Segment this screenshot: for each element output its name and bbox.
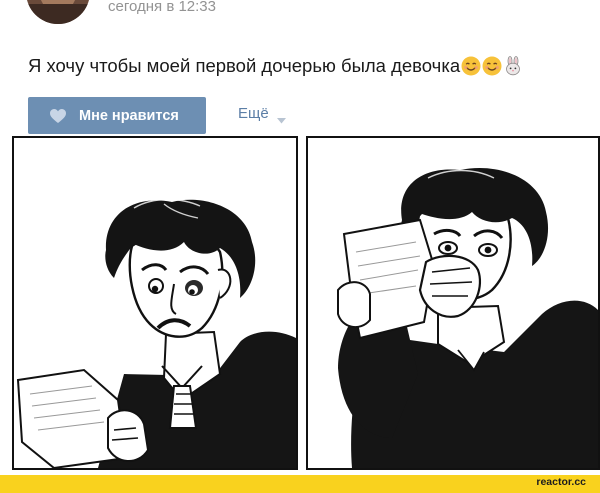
post-text: Я хочу чтобы моей первой дочерью была де…: [28, 55, 461, 76]
like-button-label: Мне нравится: [79, 107, 179, 124]
watermark-text[interactable]: reactor.cc: [536, 476, 586, 488]
smiling-face-icon: [482, 56, 502, 76]
comic-panel-2: [306, 136, 600, 470]
rabbit-icon: [503, 56, 523, 76]
smiling-face-icon: [461, 56, 481, 76]
comic-image: [12, 136, 600, 476]
comic-panel-1: [12, 136, 298, 470]
more-dropdown-label: Ещё: [238, 105, 269, 122]
chevron-down-icon: [276, 111, 286, 123]
avatar[interactable]: [26, 0, 90, 24]
more-dropdown[interactable]: Ещё: [238, 105, 286, 123]
like-button[interactable]: Мне нравится: [28, 97, 206, 134]
post-timestamp[interactable]: сегодня в 12:33: [108, 0, 216, 15]
post-text-block: Я хочу чтобы моей первой дочерью была де…: [28, 55, 524, 77]
watermark-bar: reactor.cc: [0, 475, 600, 493]
heart-icon: [49, 108, 67, 124]
emoji-group: [461, 56, 524, 76]
